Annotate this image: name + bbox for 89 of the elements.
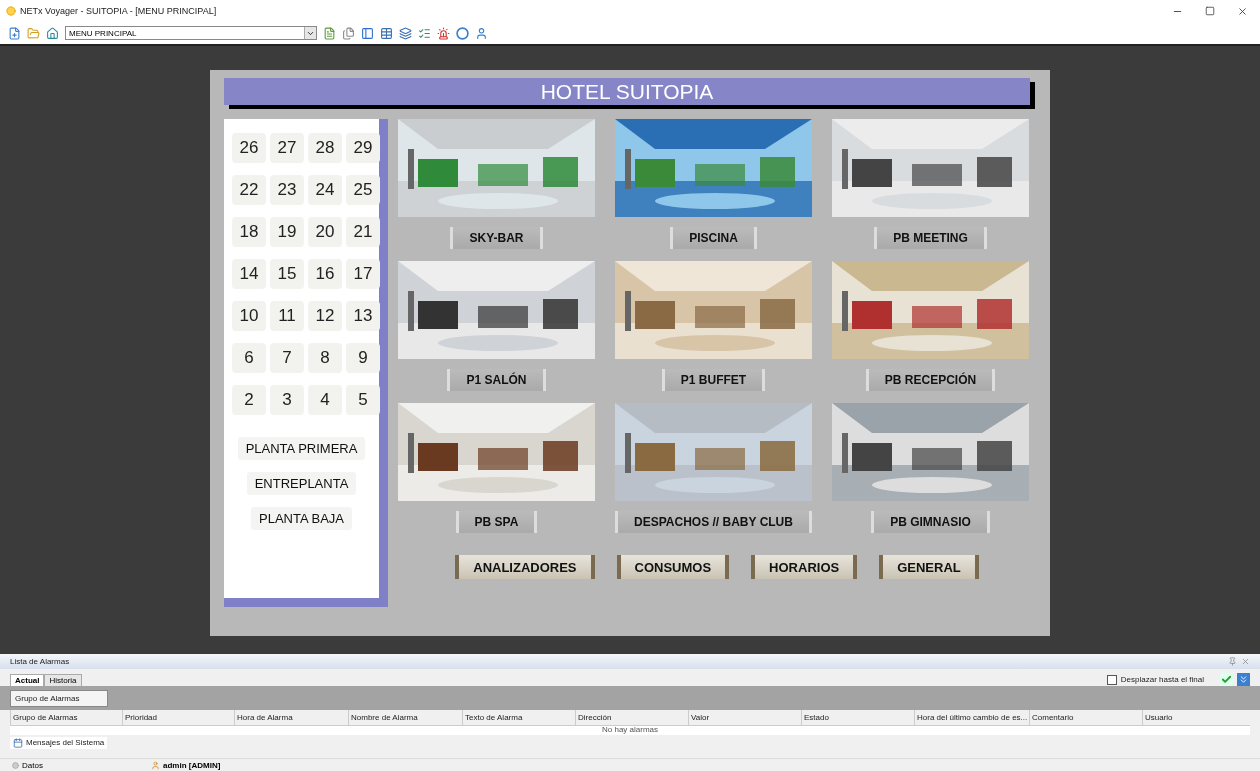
column-header[interactable]: Valor [688, 710, 801, 725]
column-header[interactable]: Grupo de Alarmas [10, 710, 122, 725]
column-header[interactable]: Nombre de Alarma [348, 710, 462, 725]
floor-button[interactable]: 15 [270, 259, 304, 289]
column-header[interactable]: Dirección [575, 710, 688, 725]
floor-button[interactable]: 2 [232, 385, 266, 415]
area-button[interactable]: PB RECEPCIÓN [865, 369, 996, 391]
level-button[interactable]: PLANTA BAJA [251, 507, 352, 530]
floor-button[interactable]: 13 [346, 301, 380, 331]
list-icon[interactable] [418, 26, 431, 40]
app-logo-icon [6, 6, 16, 16]
floor-button[interactable]: 8 [308, 343, 342, 373]
column-header[interactable]: Comentario [1029, 710, 1142, 725]
floor-button[interactable]: 23 [270, 175, 304, 205]
column-header[interactable]: Texto de Alarma [462, 710, 575, 725]
window-title: NETx Voyager - SUITOPIA - [MENU PRINCIPAL] [20, 6, 218, 16]
empty-message: No hay alarmas [602, 726, 658, 735]
area-button[interactable]: PB SPA [455, 511, 538, 533]
status-dot-icon [12, 761, 19, 769]
checkbox-label: Desplazar hasta el final [1120, 675, 1204, 684]
floor-button[interactable]: 17 [346, 259, 380, 289]
check-icon[interactable] [1220, 673, 1233, 686]
close-icon[interactable] [1237, 5, 1248, 17]
pin-icon[interactable] [1228, 657, 1237, 666]
area-button[interactable]: PISCINA [670, 227, 757, 249]
level-button[interactable]: ENTREPLANTA [246, 472, 357, 495]
checkbox[interactable] [1106, 674, 1117, 685]
user-text: admin [ADMIN] [163, 760, 221, 770]
calendar-icon [13, 737, 23, 748]
area-button[interactable]: PB GIMNASIO [871, 511, 990, 533]
folder-icon[interactable] [27, 26, 40, 40]
area-button[interactable]: DESPACHOS // BABY CLUB [615, 511, 812, 533]
floor-button[interactable]: 29 [346, 133, 380, 163]
floor-button[interactable]: 19 [270, 217, 304, 247]
floor-button[interactable]: 27 [270, 133, 304, 163]
panel-title: Lista de Alarmas [10, 657, 70, 666]
user-icon[interactable] [475, 26, 488, 40]
maximize-icon[interactable] [1205, 5, 1215, 16]
column-header[interactable]: Usuario [1142, 710, 1250, 725]
floor-button[interactable]: 26 [232, 133, 266, 163]
menu-button[interactable]: ANALIZADORES [455, 555, 595, 579]
menu-button[interactable]: CONSUMOS [616, 555, 730, 579]
floor-button[interactable]: 12 [308, 301, 342, 331]
floor-button[interactable]: 22 [232, 175, 266, 205]
windows-icon[interactable] [399, 26, 412, 40]
floor-button[interactable]: 4 [308, 385, 342, 415]
document-icon[interactable] [323, 26, 336, 40]
dropdown-button[interactable] [304, 27, 316, 39]
chevrons-down-icon[interactable] [1237, 673, 1250, 686]
area-button[interactable]: PB MEETING [874, 227, 987, 249]
floor-button[interactable]: 21 [346, 217, 380, 247]
area-button[interactable]: P1 SALÓN [447, 369, 546, 391]
level-button[interactable]: PLANTA PRIMERA [237, 437, 366, 460]
floor-button[interactable]: 6 [232, 343, 266, 373]
pages-icon[interactable] [342, 26, 355, 40]
area-button[interactable]: SKY-BAR [450, 227, 543, 249]
area-button[interactable]: P1 BUFFET [661, 369, 766, 391]
column-header[interactable]: Prioridad [122, 710, 234, 725]
alarm-icon[interactable] [437, 26, 450, 40]
group-chip[interactable]: Grupo de Alarmas [10, 689, 109, 707]
page-select[interactable]: MENU PRINCIPAL [65, 26, 317, 40]
column-header[interactable]: Hora de Alarma [234, 710, 348, 725]
column-header[interactable]: Hora del último cambio de es... [914, 710, 1029, 725]
floor-button[interactable]: 28 [308, 133, 342, 163]
floor-button[interactable]: 9 [346, 343, 380, 373]
menu-button[interactable]: GENERAL [879, 555, 979, 579]
tab[interactable]: Mensajes del Sistema [10, 736, 108, 749]
status-text: Datos [22, 760, 43, 770]
ring-icon[interactable] [456, 26, 469, 40]
floor-button[interactable]: 25 [346, 175, 380, 205]
floor-button[interactable]: 14 [232, 259, 266, 289]
floor-button[interactable]: 24 [308, 175, 342, 205]
tab[interactable]: Historia [44, 674, 82, 686]
floor-button[interactable]: 3 [270, 385, 304, 415]
tab[interactable]: Actual [10, 674, 45, 686]
table-icon[interactable] [380, 26, 393, 40]
menu-button[interactable]: HORARIOS [751, 555, 858, 579]
column-header[interactable]: Estado [801, 710, 914, 725]
floor-button[interactable]: 10 [232, 301, 266, 331]
floor-button[interactable]: 20 [308, 217, 342, 247]
home-icon[interactable] [46, 26, 59, 40]
floor-button[interactable]: 11 [270, 301, 304, 331]
floor-button[interactable]: 18 [232, 217, 266, 247]
floor-button[interactable]: 5 [346, 385, 380, 415]
floor-button[interactable]: 7 [270, 343, 304, 373]
floor-button[interactable]: 16 [308, 259, 342, 289]
user-icon [151, 760, 160, 770]
new-page-icon[interactable] [8, 26, 21, 40]
panel-icon[interactable] [361, 26, 374, 40]
